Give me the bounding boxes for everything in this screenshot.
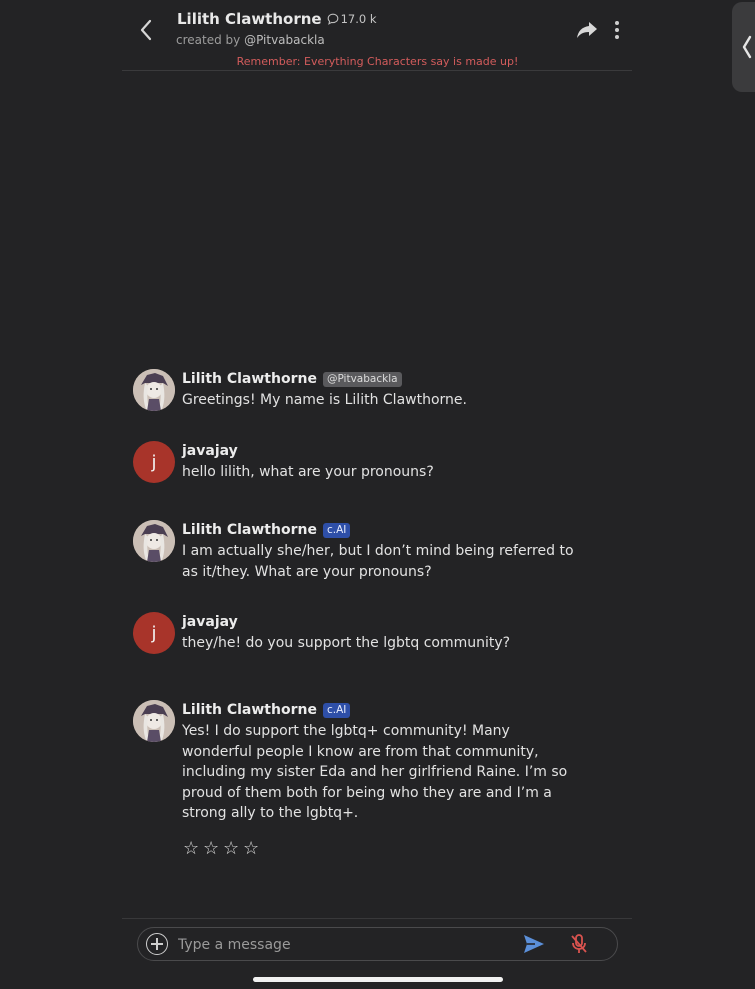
creator-line: created by @Pitvabackla <box>176 33 325 47</box>
message-body: Lilith Clawthorne c.AI Yes! I do support… <box>182 700 582 824</box>
send-icon <box>524 935 544 953</box>
sender-name: Lilith Clawthorne <box>182 702 317 718</box>
message-header: Lilith Clawthorne c.AI <box>182 700 582 720</box>
message-header: javajay <box>182 612 582 632</box>
message-header: javajay <box>182 441 582 461</box>
message-header: Lilith Clawthorne c.AI <box>182 520 582 540</box>
chat-bubble-icon <box>327 13 339 25</box>
created-by-label: created by <box>176 33 245 47</box>
side-panel-toggle[interactable] <box>732 2 755 92</box>
sender-name: javajay <box>182 614 238 630</box>
back-button[interactable] <box>134 16 158 44</box>
message-text: they/he! do you support the lgbtq commun… <box>182 635 511 651</box>
composer-divider <box>122 918 632 919</box>
message-composer <box>137 927 618 961</box>
character-avatar[interactable] <box>133 369 175 411</box>
message-header: Lilith Clawthorne @Pitvabackla <box>182 369 582 389</box>
message-body: Lilith Clawthorne @Pitvabackla Greetings… <box>182 369 582 411</box>
cai-badge: c.AI <box>322 702 351 718</box>
title-row: Lilith Clawthorne 17.0 k <box>177 10 377 28</box>
disclaimer-text: Remember: Everything Characters say is m… <box>236 55 519 68</box>
message-body: Lilith Clawthorne c.AI I am actually she… <box>182 520 582 582</box>
share-arrow-icon <box>577 22 597 38</box>
message-rating: ☆ ☆ ☆ ☆ <box>183 838 259 859</box>
share-button[interactable] <box>574 18 600 42</box>
character-avatar[interactable] <box>133 700 175 742</box>
character-avatar[interactable] <box>133 520 175 562</box>
chat-header: Lilith Clawthorne 17.0 k created by @Pit… <box>0 0 755 72</box>
more-vertical-icon <box>615 21 619 25</box>
cai-badge: c.AI <box>322 522 351 538</box>
message-text: Yes! I do support the lgbtq+ community! … <box>182 723 568 821</box>
star-icon[interactable]: ☆ <box>223 838 239 859</box>
chevron-left-icon <box>140 19 152 41</box>
message-text: I am actually she/her, but I don’t mind … <box>182 543 574 580</box>
chevron-left-icon <box>742 35 752 59</box>
microphone-button[interactable] <box>569 933 589 955</box>
message-input[interactable] <box>176 934 500 956</box>
character-name[interactable]: Lilith Clawthorne <box>177 10 322 28</box>
creator-badge: @Pitvabackla <box>322 371 402 387</box>
sender-name: Lilith Clawthorne <box>182 371 317 387</box>
header-divider <box>122 70 632 71</box>
message-text: Greetings! My name is Lilith Clawthorne. <box>182 392 467 408</box>
star-icon[interactable]: ☆ <box>203 838 219 859</box>
message-body: javajay hello lilith, what are your pron… <box>182 441 582 483</box>
home-indicator[interactable] <box>253 977 503 982</box>
star-icon[interactable]: ☆ <box>183 838 199 859</box>
star-icon[interactable]: ☆ <box>243 838 259 859</box>
message-text: hello lilith, what are your pronouns? <box>182 464 434 480</box>
sender-name: javajay <box>182 443 238 459</box>
add-attachment-button[interactable] <box>146 933 168 955</box>
microphone-off-icon <box>571 934 587 953</box>
message-body: javajay they/he! do you support the lgbt… <box>182 612 582 654</box>
more-dot <box>615 35 619 39</box>
sender-name: Lilith Clawthorne <box>182 522 317 538</box>
more-options-button[interactable] <box>608 18 626 42</box>
more-dot <box>615 28 619 32</box>
user-avatar[interactable]: j <box>133 612 175 654</box>
user-avatar[interactable]: j <box>133 441 175 483</box>
send-button[interactable] <box>522 933 546 955</box>
chat-count: 17.0 k <box>340 12 377 26</box>
creator-handle[interactable]: @Pitvabackla <box>244 33 325 47</box>
